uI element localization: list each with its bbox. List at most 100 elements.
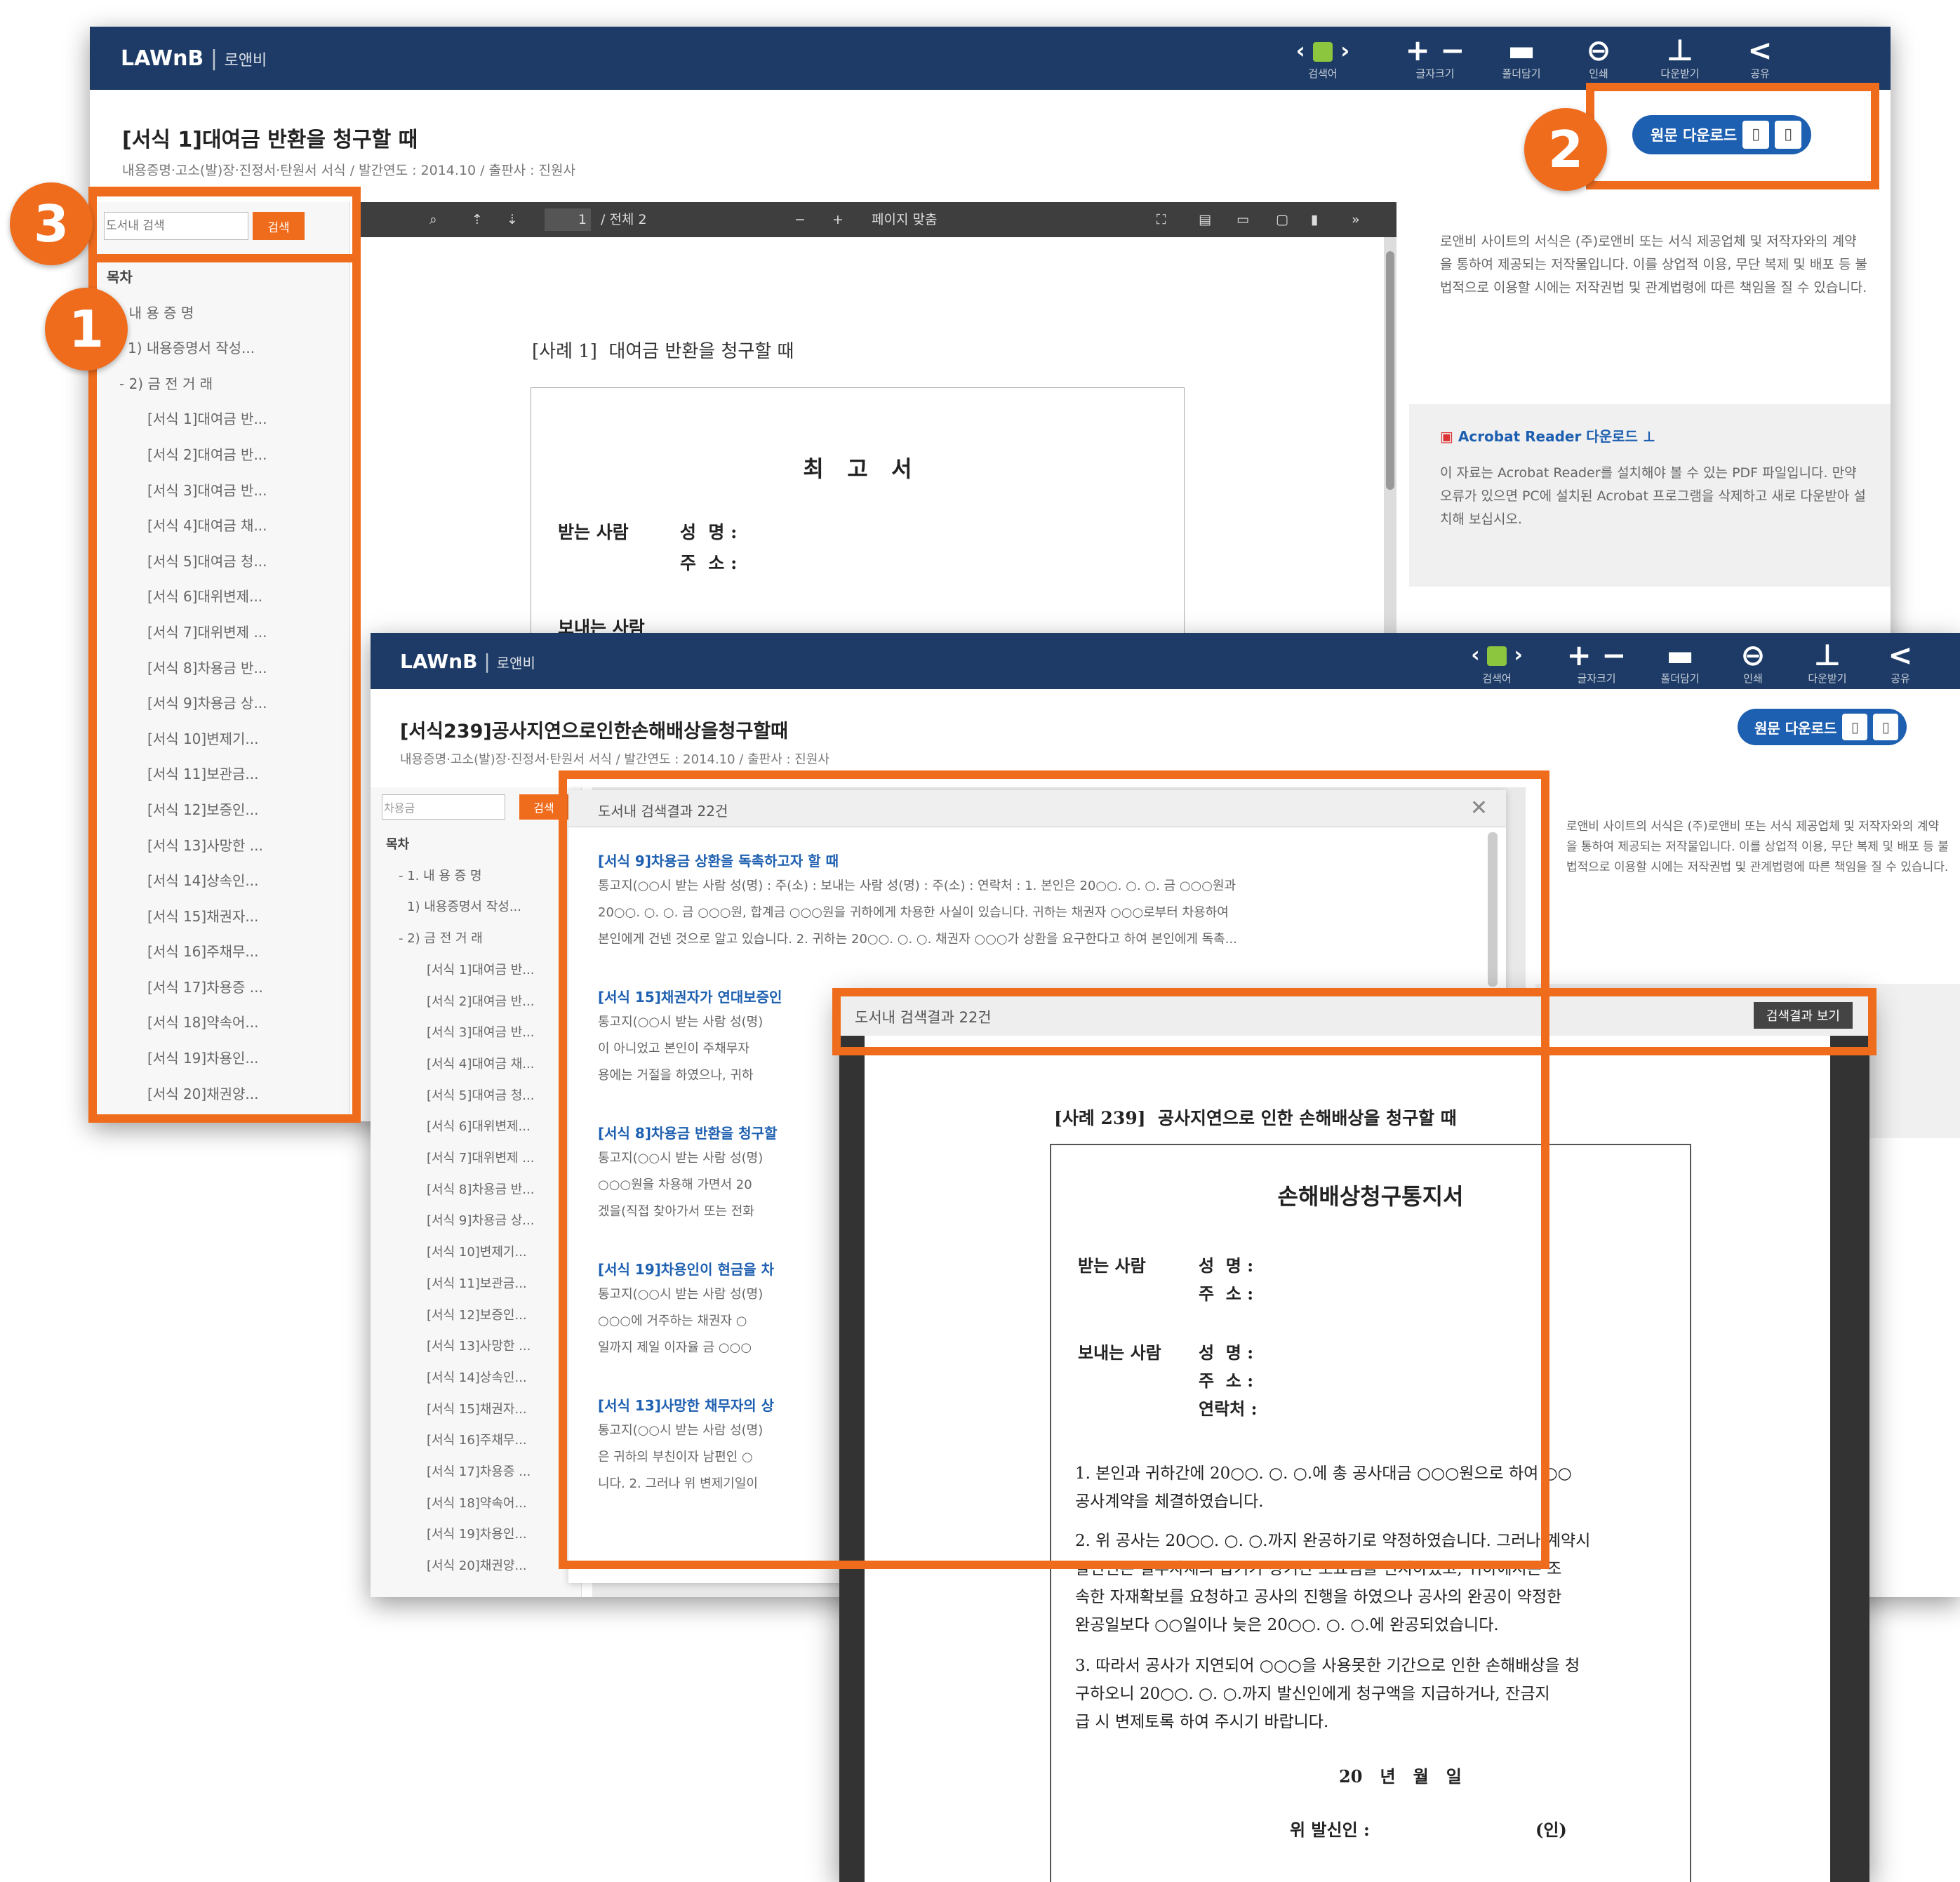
more-tools-icon[interactable]: » bbox=[1352, 202, 1360, 237]
download-icon: ⊥ bbox=[1666, 33, 1694, 67]
document-title: [서식 1]대여금 반환을 청구할 때 bbox=[122, 128, 418, 152]
toc-item[interactable]: [서식 7]대위변제 ... bbox=[386, 1143, 581, 1175]
prev-page-icon[interactable]: ⇡ bbox=[472, 202, 483, 237]
document-title: [서식239]공사지연으로인한손해배상을청구할때 bbox=[400, 721, 788, 742]
original-download-button[interactable]: 원문 다운로드 ▯ ▯ bbox=[1738, 709, 1907, 745]
brand-logo[interactable]: LAWnB | 로앤비 bbox=[121, 46, 267, 71]
font-size-button[interactable]: + − 글자크기 bbox=[1396, 34, 1474, 81]
print-label: 인쇄 bbox=[1743, 672, 1763, 685]
pdf-file-icon[interactable]: ▯ bbox=[1873, 714, 1899, 740]
next-page-icon[interactable]: ⇣ bbox=[507, 202, 518, 237]
toc-item[interactable]: - 1. 내 용 증 명 bbox=[386, 861, 581, 893]
keyword-nav-button[interactable]: ‹ › 검색어 bbox=[1277, 34, 1368, 80]
folder-icon: ▬ bbox=[1507, 33, 1535, 67]
share-label: 공유 bbox=[1750, 67, 1770, 80]
keyword-nav-label: 검색어 bbox=[1308, 67, 1338, 80]
open-icon[interactable]: ▤ bbox=[1199, 202, 1211, 237]
toc-item[interactable]: [서식 10]변제기... bbox=[386, 1237, 581, 1269]
toc-list: 목차 - 1. 내 용 증 명 1) 내용증명서 작성... - 2) 금 전 거 래… bbox=[371, 829, 581, 1582]
search-icon[interactable]: ⌕ bbox=[429, 202, 437, 237]
toc-item[interactable]: [서식 9]차용금 상... bbox=[386, 1206, 581, 1237]
paragraph-3: 3. 따라서 공사가 지연되어 ○○○을 사용못한 기간으로 인한 손해배상을 … bbox=[1075, 1652, 1580, 1736]
fullscreen-icon[interactable]: ⛶ bbox=[1156, 202, 1166, 237]
download-button[interactable]: ⊥ 다운받기 bbox=[1794, 638, 1861, 686]
font-size-label: 글자크기 bbox=[1577, 672, 1616, 685]
download-label: 다운받기 bbox=[1660, 67, 1700, 80]
brand-subtitle: 로앤비 bbox=[224, 52, 267, 69]
font-size-button[interactable]: + − 글자크기 bbox=[1558, 639, 1635, 686]
zoom-in-icon[interactable]: + bbox=[832, 202, 844, 237]
brand-name: LAWnB bbox=[400, 650, 478, 673]
share-button[interactable]: < 공유 bbox=[1867, 638, 1934, 686]
toc-item[interactable]: [서식 17]차용증 ... bbox=[386, 1457, 581, 1488]
toc-item[interactable]: [서식 14]상속인... bbox=[386, 1363, 581, 1394]
page-number-input[interactable]: 1 bbox=[545, 208, 591, 231]
zoom-select[interactable]: 페이지 맞춤 bbox=[872, 202, 937, 237]
callout-badge-2: 2 bbox=[1524, 108, 1607, 191]
zoom-out-icon[interactable]: − bbox=[794, 202, 806, 237]
callout-badge-1: 1 bbox=[45, 288, 128, 371]
print-button[interactable]: ⊖ 인쇄 bbox=[1719, 638, 1787, 686]
toc-item[interactable]: [서식 6]대위변제... bbox=[386, 1112, 581, 1143]
save-icon[interactable]: ▢ bbox=[1276, 202, 1288, 237]
toc-item[interactable]: [서식 1]대여금 반... bbox=[386, 955, 581, 987]
callout-frame-preview bbox=[832, 988, 1876, 1055]
original-download-label: 원문 다운로드 bbox=[1754, 719, 1837, 737]
toc-item[interactable]: [서식 18]약속어... bbox=[386, 1488, 581, 1520]
pdf-page-heading: [사례 1] 대여금 반환을 청구할 때 bbox=[532, 341, 794, 362]
print-icon[interactable]: ▭ bbox=[1236, 202, 1249, 237]
bookmark-icon[interactable]: ▮ bbox=[1311, 202, 1318, 237]
brand-separator: | bbox=[477, 650, 497, 673]
keyword-nav-label: 검색어 bbox=[1482, 672, 1512, 685]
top-navigation-bar: LAWnB | 로앤비 ‹ › 검색어 + − 글자크기 ▬ 폴더담기 ⊖ 인쇄… bbox=[90, 27, 1891, 90]
acrobat-download-link[interactable]: ▣ Acrobat Reader 다운로드 ⊥ bbox=[1440, 425, 1655, 446]
toc-item[interactable]: [서식 13]사망한 ... bbox=[386, 1331, 581, 1363]
folder-button[interactable]: ▬ 폴더담기 bbox=[1488, 33, 1555, 81]
toc-item[interactable]: [서식 19]차용인... bbox=[386, 1519, 581, 1551]
toc-item[interactable]: [서식 8]차용금 반... bbox=[386, 1175, 581, 1206]
copyright-notice: 로앤비 사이트의 서식은 (주)로앤비 또는 서식 제공업체 및 저작자와의 계… bbox=[1566, 820, 1949, 874]
download-icon: ⊥ bbox=[1813, 638, 1841, 672]
toc-sidebar: 검색 목차- 1. 내 용 증 명1) 내용증명서 작성...- 2) 금 전 … bbox=[371, 787, 582, 1597]
callout-badge-3: 3 bbox=[10, 182, 93, 265]
toc-item[interactable]: [서식 2]대여금 반... bbox=[386, 987, 581, 1018]
keyword-nav-button[interactable]: ‹ › 검색어 bbox=[1451, 639, 1542, 685]
acrobat-section: ▣ Acrobat Reader 다운로드 ⊥ 이 자료는 Acrobat Re… bbox=[1409, 404, 1891, 587]
toc-item[interactable]: [서식 16]주채무... bbox=[386, 1425, 581, 1457]
toc-item[interactable]: [서식 12]보증인... bbox=[386, 1300, 581, 1332]
download-label: 다운받기 bbox=[1808, 672, 1847, 685]
print-button[interactable]: ⊖ 인쇄 bbox=[1565, 33, 1632, 81]
brand-separator: | bbox=[204, 46, 225, 71]
toc-item[interactable]: [서식 3]대여금 반... bbox=[386, 1017, 581, 1049]
signer-label: 위 발신인 : bbox=[1290, 1820, 1370, 1840]
bookmark-icon: ‹ › bbox=[1471, 643, 1523, 667]
download-button[interactable]: ⊥ 다운받기 bbox=[1646, 33, 1714, 81]
print-label: 인쇄 bbox=[1589, 67, 1608, 80]
toc-item[interactable]: - 2) 금 전 거 래 bbox=[386, 923, 581, 955]
brand-logo[interactable]: LAWnB | 로앤비 bbox=[400, 650, 535, 673]
print-icon: ⊖ bbox=[1740, 638, 1766, 672]
folder-label: 폴더담기 bbox=[1502, 67, 1541, 80]
toc-item[interactable]: [서식 15]채권자... bbox=[386, 1394, 581, 1426]
toc-item[interactable]: [서식 5]대여금 청... bbox=[386, 1081, 581, 1112]
date-line: 20 년 월 일 bbox=[1339, 1766, 1462, 1787]
share-label: 공유 bbox=[1891, 672, 1910, 685]
share-icon: < bbox=[1747, 33, 1773, 67]
recipient-address: 주 소 : bbox=[680, 553, 738, 573]
toc-item[interactable]: [서식 4]대여금 채... bbox=[386, 1049, 581, 1081]
callout-frame-download bbox=[1586, 83, 1879, 189]
hwp-file-icon[interactable]: ▯ bbox=[1842, 714, 1868, 740]
toc-item[interactable]: [서식 11]보관금... bbox=[386, 1269, 581, 1300]
share-icon: < bbox=[1888, 638, 1913, 672]
font-size-label: 글자크기 bbox=[1415, 67, 1455, 80]
bookmark-icon: ‹ › bbox=[1295, 37, 1350, 64]
share-button[interactable]: < 공유 bbox=[1726, 33, 1794, 81]
folder-label: 폴더담기 bbox=[1660, 672, 1700, 685]
folder-button[interactable]: ▬ 폴더담기 bbox=[1646, 639, 1714, 686]
toc-item[interactable]: [서식 20]채권양... bbox=[386, 1551, 581, 1582]
book-search-input[interactable] bbox=[382, 794, 505, 820]
print-icon: ⊖ bbox=[1586, 33, 1611, 67]
toc-item[interactable]: 1) 내용증명서 작성... bbox=[386, 892, 581, 923]
recipient-name: 성 명 : bbox=[680, 522, 738, 542]
copyright-notice: 로앤비 사이트의 서식은 (주)로앤비 또는 서식 제공업체 및 저작자와의 계… bbox=[1440, 234, 1867, 295]
